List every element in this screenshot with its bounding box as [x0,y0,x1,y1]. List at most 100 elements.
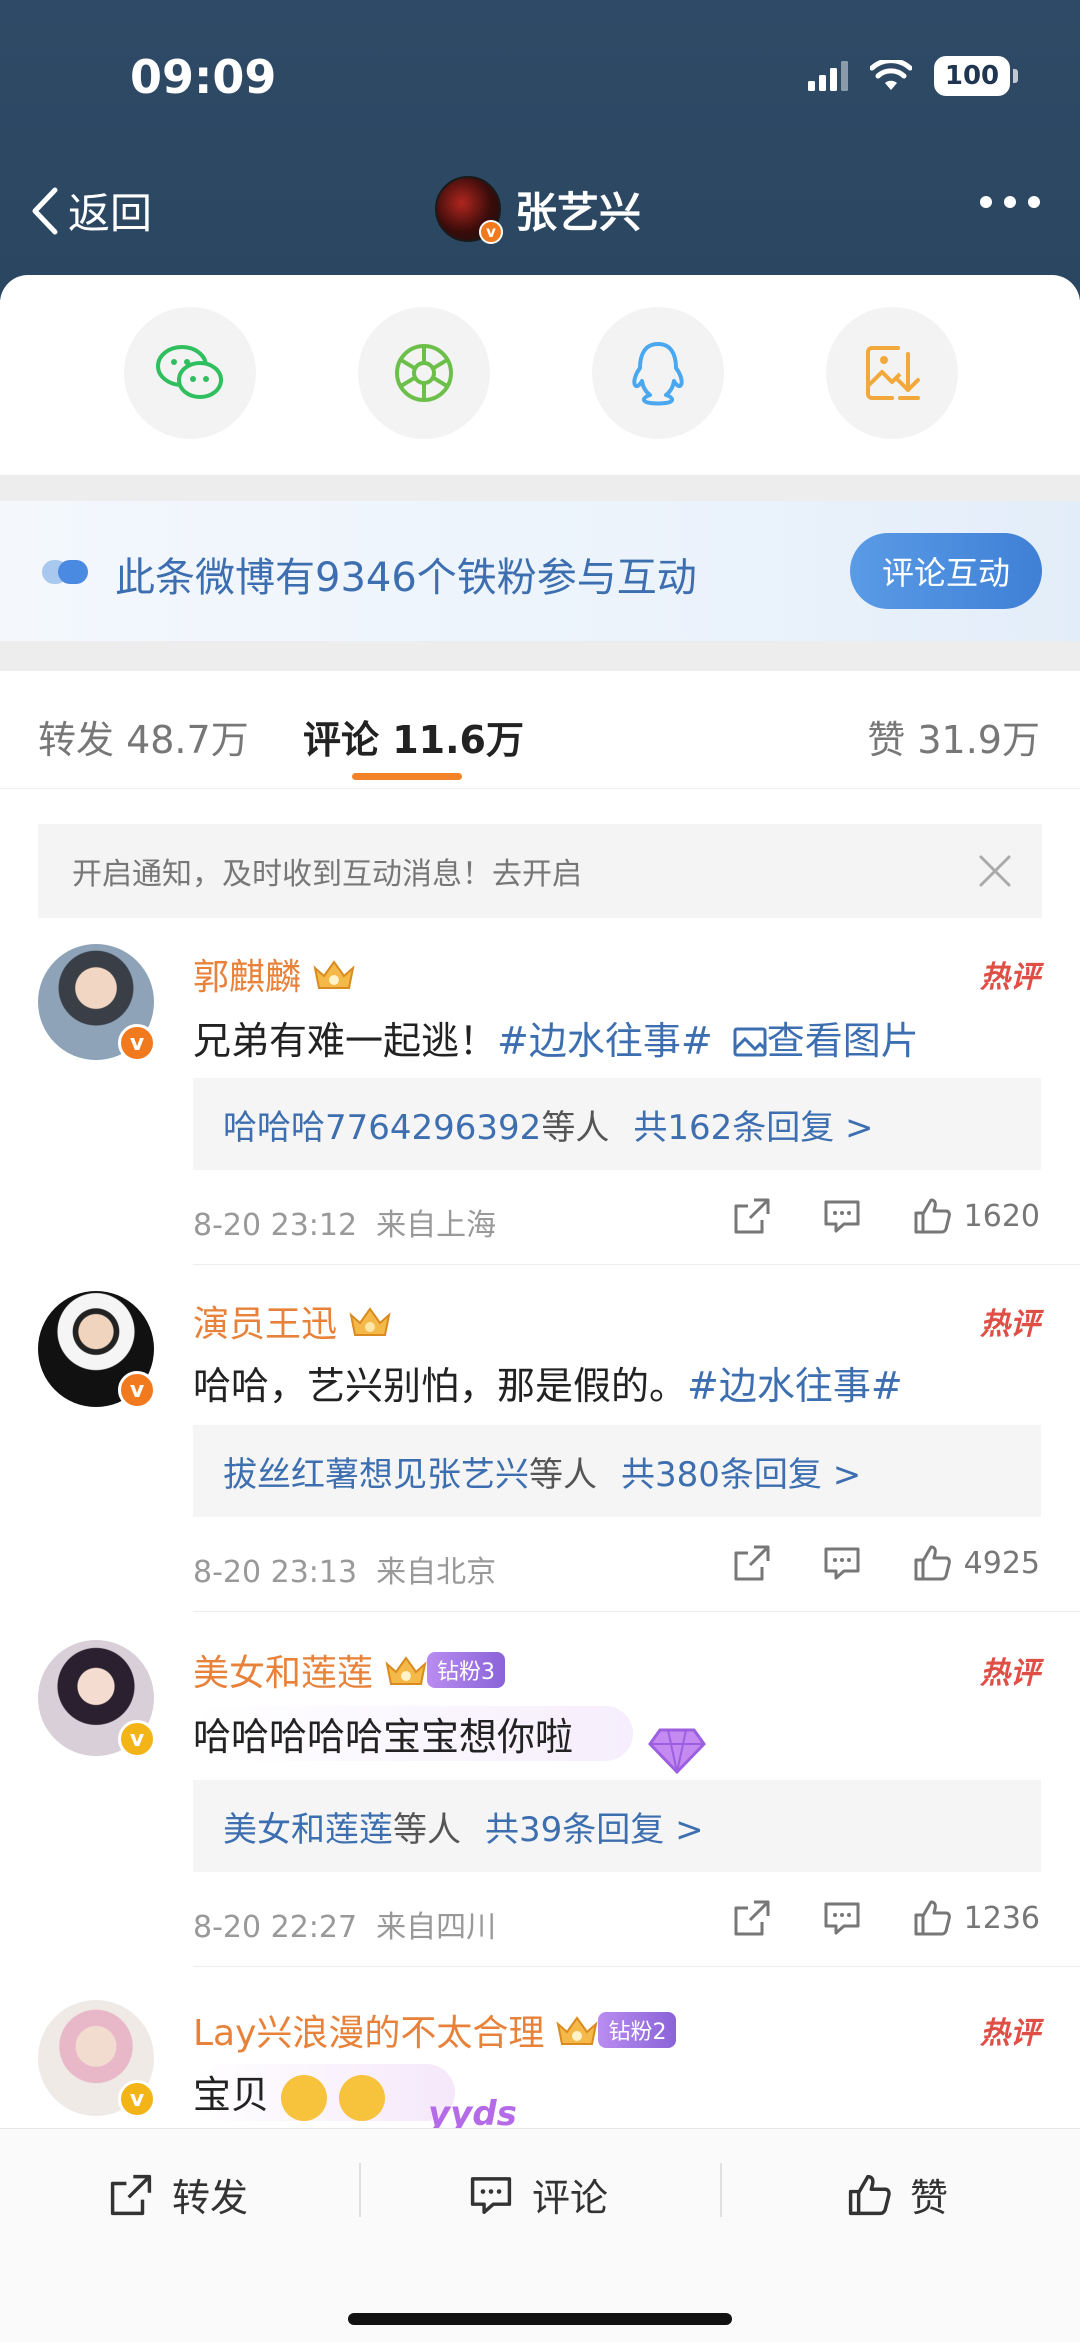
diamond-decoration-icon [648,1728,706,1775]
comment-username[interactable]: Lay兴浪漫的不太合理 钻粉2 [193,2004,677,2056]
share-save-image-button[interactable] [826,307,958,439]
crown-badge-icon [313,960,355,989]
chevron-left-icon [32,187,58,234]
verified-badge-icon: v [479,220,503,244]
reply-users: 哈哈哈7764296392 [223,1107,542,1148]
comment-time: 8-20 23:13 [193,1555,358,1590]
divider [193,1611,1080,1612]
repost-button[interactable]: 转发 [108,2167,248,2222]
comment-username[interactable]: 演员王迅 [193,1295,393,1347]
comment-location: 来自上海 [376,1208,497,1243]
divider [720,2163,722,2217]
reply-users: 美女和莲莲 [223,1809,393,1850]
avatar[interactable]: v [38,1640,156,1758]
divider [193,1264,1080,1265]
comment-label: 评论 [532,2176,609,2220]
reply-preview[interactable]: 哈哈哈7764296392 等人 共162条回复 > [193,1078,1041,1170]
reply-count: 共162条回复 > [633,1107,874,1148]
avatar[interactable]: v [38,2000,156,2118]
username-text: 郭麒麟 [193,957,302,998]
hot-comment-badge: 热评 [980,2016,1040,2051]
share-icon[interactable] [732,1898,772,1938]
comment-time: 8-20 22:27 [193,1910,358,1945]
comment-icon[interactable] [822,1898,862,1938]
more-dot-icon [980,196,992,208]
comment-icon[interactable] [822,1196,862,1236]
image-icon [733,1027,767,1057]
thumbs-up-icon[interactable] [912,1196,952,1236]
comment-button[interactable]: 评论 [468,2167,608,2222]
share-moments-button[interactable] [358,307,490,439]
stats-tabs: 转发 48.7万 评论 11.6万 赞 31.9万 [0,671,1080,789]
verified-badge-icon: v [118,1371,156,1409]
reply-preview[interactable]: 美女和莲莲 等人 共39条回复 > [193,1780,1041,1872]
status-time: 09:09 [130,50,277,104]
share-icon[interactable] [732,1543,772,1583]
thumbs-up-icon[interactable] [912,1898,952,1938]
wifi-icon [870,60,912,90]
home-indicator[interactable] [348,2313,732,2325]
comment-icon[interactable] [822,1543,862,1583]
comment-icon [470,2176,512,2214]
like-count: 1236 [963,1900,1040,1936]
comment-username[interactable]: 郭麒麟 [193,948,357,1000]
reply-count: 共380条回复 > [621,1454,862,1495]
reply-count: 共39条回复 > [485,1809,704,1850]
notification-text: 开启通知，及时收到互动消息！去开启 [72,857,582,892]
reply-preview[interactable]: 拔丝红薯想见张艺兴 等人 共380条回复 > [193,1425,1041,1517]
section-divider [0,475,1080,501]
bottom-action-bar: 转发 评论 赞 [0,2128,1080,2342]
comment-text: 哈哈哈哈哈宝宝想你啦 [193,1706,634,1761]
topic-link[interactable]: #边水往事# [687,1364,903,1408]
like-count: 4925 [963,1545,1040,1581]
hot-comment-badge: 热评 [980,960,1040,995]
battery-indicator: 100 [934,56,1018,96]
heart-eyes-emoji-icon [281,2074,328,2121]
comment-text: 宝贝 [193,2064,456,2121]
comment-location: 来自四川 [376,1910,497,1945]
topic-link[interactable]: #边水往事# [497,1019,713,1063]
comment-text: 兄弟有难一起逃！#边水往事# 查看图片 [193,1019,919,1063]
username-text: Lay兴浪漫的不太合理 [193,2013,545,2054]
tab-like[interactable]: 赞 31.9万 [867,709,1040,764]
more-dot-icon [1028,196,1040,208]
crown-badge-icon [385,1656,427,1685]
share-sheet [0,275,1080,475]
qq-icon [632,342,684,406]
tab-repost[interactable]: 转发 48.7万 [38,709,249,764]
comment-actions: 4925 [682,1543,1040,1583]
avatar[interactable]: v [38,944,156,1062]
view-image-link[interactable]: 查看图片 [725,1019,919,1063]
comment-meta: 8-20 23:13 来自北京 [193,1547,496,1591]
divider [193,1966,1080,1967]
close-icon[interactable] [978,854,1012,888]
repost-icon [110,2174,152,2215]
comment-interact-button[interactable]: 评论互动 [850,533,1042,609]
header: 09:09 100 返回 v 张艺兴 [0,0,1080,300]
crown-badge-icon [556,2016,599,2045]
verified-badge-icon: v [118,1024,156,1062]
more-button[interactable] [980,196,1040,208]
like-button[interactable]: 赞 [846,2167,948,2222]
repost-label: 转发 [172,2176,249,2220]
iron-fan-banner[interactable]: 此条微博有9346个铁粉参与互动 评论互动 [0,501,1080,641]
like-label: 赞 [910,2176,949,2220]
avatar[interactable]: v [435,176,503,244]
back-button[interactable]: 返回 [30,180,152,241]
tab-comment[interactable]: 评论 11.6万 [303,709,524,764]
notification-prompt[interactable]: 开启通知，及时收到互动消息！去开启 [38,824,1042,918]
fan-level-badge: 钻粉3 [427,1652,506,1688]
share-wechat-button[interactable] [124,307,256,439]
back-label: 返回 [68,189,153,238]
username-text: 演员王迅 [193,1304,338,1345]
share-icon[interactable] [732,1196,772,1236]
more-dot-icon [1004,196,1016,208]
status-icons: 100 [808,56,1018,96]
nav-title[interactable]: v 张艺兴 [435,176,641,244]
comment-username[interactable]: 美女和莲莲 钻粉3 [193,1644,506,1696]
comment-actions: 1236 [682,1898,1040,1938]
avatar[interactable]: v [38,1291,156,1409]
share-qq-button[interactable] [592,307,724,439]
thumbs-up-icon[interactable] [912,1543,952,1583]
active-tab-indicator [352,773,462,780]
